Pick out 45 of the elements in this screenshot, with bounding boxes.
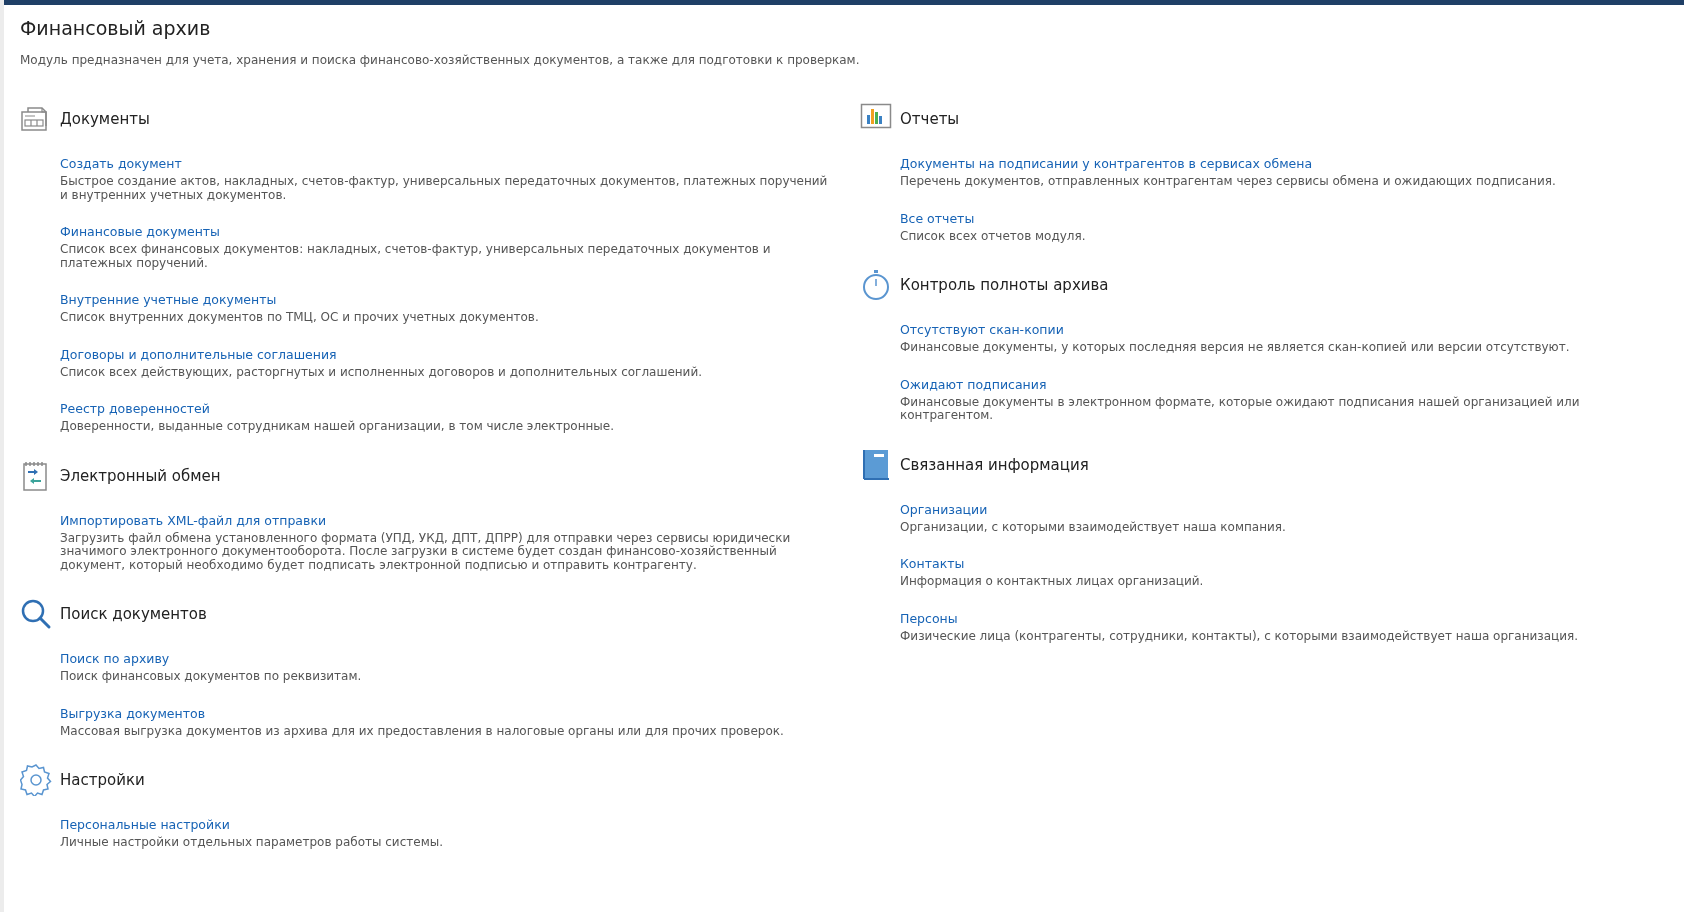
link[interactable]: Организации <box>900 500 988 519</box>
section-title: Электронный обмен <box>60 466 221 485</box>
link-description: Список всех отчетов модуля. <box>900 229 1086 243</box>
link[interactable]: Контакты <box>900 555 965 573</box>
link[interactable]: Выгрузка документов <box>60 704 205 723</box>
link-description: Финансовые документы в электронном формате, которые ожидают подписания нашей организацией или контрагентом. <box>900 395 1581 423</box>
section-title: Контроль полноты архива <box>900 276 1109 294</box>
link[interactable]: Отсутствуют скан-копии <box>900 321 1064 339</box>
link-description: Поиск финансовых документов по реквизитам. <box>60 670 362 684</box>
section-title: Документы <box>60 110 150 128</box>
link-description: Доверенности, выданные сотрудникам нашей организации, в том числе электронные. <box>60 420 615 434</box>
link[interactable]: Персоны <box>900 609 958 628</box>
link[interactable]: Внутренние учетные документы <box>60 291 277 309</box>
settings-icon <box>20 764 52 796</box>
link[interactable]: Реестр доверенностей <box>60 400 210 418</box>
link[interactable]: Создать документ <box>60 155 182 173</box>
section-title: Настройки <box>60 771 145 789</box>
link-description: Список всех действующих, расторгнутых и исполненных договоров и дополнительных соглашений. <box>60 365 703 379</box>
link-description: Список всех финансовых документов: накладных, счетов-фактур, универсальных передаточных документов и платежных поручений. <box>60 243 772 270</box>
link-description: Массовая выгрузка документов из архива для их предоставления в налоговые органы или для прочих проверок. <box>60 724 784 738</box>
section-title: Связанная информация <box>900 455 1089 474</box>
link[interactable]: Документы на подписании у контрагентов в сервисах обмена <box>900 155 1313 173</box>
link[interactable]: Ожидают подписания <box>900 375 1047 394</box>
link-description: Физические лица (контрагенты, сотрудники, контакты), с которыми взаимодействует наша организация. <box>900 629 1579 643</box>
link[interactable]: Персональные настройки <box>60 816 230 834</box>
link[interactable]: Договоры и дополнительные соглашения <box>60 345 337 364</box>
link[interactable]: Все отчеты <box>900 209 975 228</box>
link-description: Список внутренних документов по ТМЦ, ОС и прочих учетных документов. <box>60 311 539 325</box>
link-description: Информация о контактных лицах организаций. <box>900 575 1204 589</box>
page-description: Модуль предназначен для учета, хранения и поиска финансово-хозяйственных документов, а также для подготовки к проверкам. <box>20 53 861 67</box>
link[interactable]: Поиск по архиву <box>60 650 170 668</box>
link-description: Финансовые документы, у которых последняя версия не является скан-копией или версии отсутствуют. <box>900 341 1570 355</box>
stopwatch-icon <box>860 269 892 301</box>
link-description: Организации, с которыми взаимодействует наша компания. <box>900 520 1286 534</box>
link-description: Личные настройки отдельных параметров работы системы. <box>60 836 443 850</box>
section-title: Отчеты <box>900 110 960 128</box>
link-description: Быстрое создание актов, накладных, счетов-фактур, универсальных передаточных документов, платежных поручений и внутренних учетных документов. <box>60 175 829 202</box>
link[interactable]: Импортировать XML-файл для отправки <box>60 511 327 530</box>
link-description: Перечень документов, отправленных контрагентам через сервисы обмена и ожидающих подписания. <box>900 175 1556 189</box>
section-title: Поиск документов <box>60 605 207 623</box>
link-description: Загрузить файл обмена установленного формата (УПД, УКД, ДПТ, ДПРР) для отправки через сервисы юридически значимого электронного документооборота. После загрузки в системе будет создан финансово-хозяйственный документ, который необходимо будет подписать электронной подписью и отправить контрагенту. <box>60 531 792 572</box>
search-icon <box>20 598 52 630</box>
page-title: Финансовый архив <box>20 17 212 39</box>
link[interactable]: Финансовые документы <box>60 223 220 241</box>
book-icon <box>860 448 892 481</box>
